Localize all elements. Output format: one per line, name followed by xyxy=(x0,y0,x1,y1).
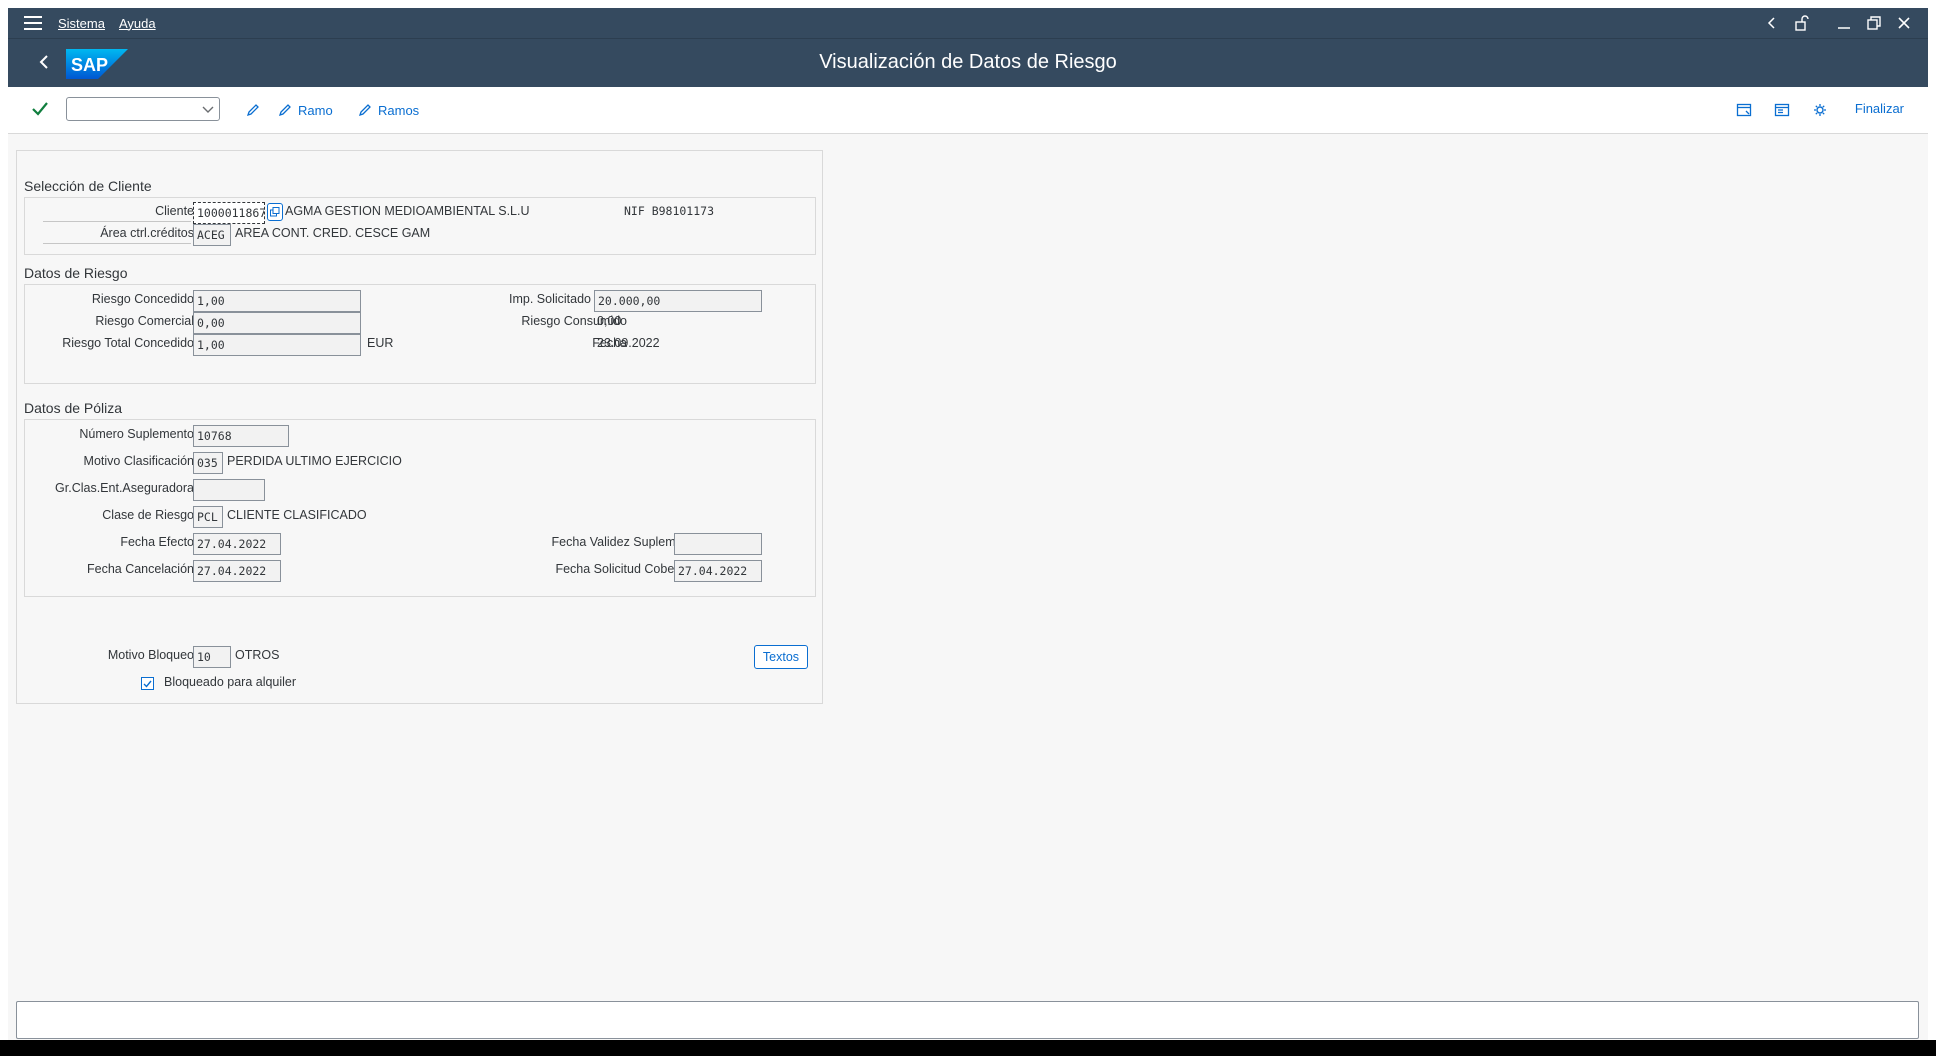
riesgo-consumido-value: 0,00 xyxy=(597,314,622,328)
status-bar xyxy=(16,1001,1919,1039)
divider xyxy=(43,243,191,244)
chevron-down-icon xyxy=(202,106,214,113)
motivo-bloqueo-desc: OTROS xyxy=(235,648,280,662)
fecha-cancelacion-label: Fecha Cancelación xyxy=(86,562,194,576)
suplemento-label: Número Suplemento xyxy=(79,427,194,441)
textos-button[interactable]: Textos xyxy=(754,645,808,669)
fecha-efecto-field[interactable]: 27.04.2022 xyxy=(193,533,281,555)
riesgo-concedido-label: Riesgo Concedido xyxy=(91,292,194,306)
ramo-button-label: Ramo xyxy=(298,102,333,118)
cliente-label: Cliente xyxy=(155,204,194,218)
window-controls xyxy=(1764,8,1912,38)
bloqueado-checkbox[interactable] xyxy=(141,677,154,690)
new-window-icon[interactable] xyxy=(1736,99,1752,121)
close-icon[interactable] xyxy=(1896,15,1912,31)
fecha-solicitud-field[interactable]: 27.04.2022 xyxy=(674,560,762,582)
currency-label: EUR xyxy=(367,336,394,350)
riesgo-comercial-field[interactable]: 0,00 xyxy=(193,312,361,334)
motivo-bloqueo-label: Motivo Bloqueo xyxy=(107,648,194,662)
check-icon xyxy=(143,680,152,688)
motivo-clasificacion-desc: PERDIDA ULTIMO EJERCICIO xyxy=(227,454,402,468)
area-description: AREA CONT. CRED. CESCE GAM xyxy=(235,226,431,240)
riesgo-concedido-field[interactable]: 1,00 xyxy=(193,290,361,312)
command-field[interactable] xyxy=(66,97,220,121)
enter-check-icon[interactable] xyxy=(30,99,50,119)
unlock-icon[interactable] xyxy=(1794,15,1810,31)
clase-riesgo-field[interactable]: PCL xyxy=(193,506,223,528)
taskbar-strip xyxy=(0,1040,1936,1056)
grclas-field[interactable] xyxy=(193,479,265,501)
clase-riesgo-label: Clase de Riesgo xyxy=(102,508,194,522)
sap-window: Sistema Ayuda SAP Visualización de Datos… xyxy=(8,8,1928,1048)
motivo-clasificacion-label: Motivo Clasificación xyxy=(83,454,194,468)
fecha-efecto-label: Fecha Efecto xyxy=(120,535,194,549)
menu-item-sistema[interactable]: Sistema xyxy=(58,16,105,31)
area-field[interactable]: ACEG xyxy=(193,224,231,246)
ramo-button[interactable]: Ramo xyxy=(278,99,333,121)
fecha-validez-field[interactable] xyxy=(674,533,762,555)
shell-header: SAP Visualización de Datos de Riesgo xyxy=(8,38,1928,87)
riesgo-total-field[interactable]: 1,00 xyxy=(193,334,361,356)
grclas-label: Gr.Clas.Ent.Aseguradora xyxy=(55,481,194,495)
cliente-name: AGMA GESTION MEDIOAMBIENTAL S.L.U xyxy=(285,204,530,218)
riesgo-comercial-label: Riesgo Comercial xyxy=(95,314,194,328)
main-panel: Selección de Cliente Cliente 1000011867 … xyxy=(16,150,823,704)
pencil-icon xyxy=(278,104,291,117)
section-title-poliza: Datos de Póliza xyxy=(24,400,123,416)
application-toolbar: Ramo Ramos Finalizar xyxy=(8,87,1928,134)
suplemento-field[interactable]: 10768 xyxy=(193,425,289,447)
clase-riesgo-desc: CLIENTE CLASIFICADO xyxy=(227,508,367,522)
bloqueado-checkbox-label: Bloqueado para alquiler xyxy=(164,675,297,689)
value-help-icon[interactable] xyxy=(267,203,283,221)
minimize-icon[interactable] xyxy=(1836,15,1852,31)
imp-solicitado-label: Imp. Solicitado xyxy=(509,292,591,306)
ramos-button[interactable]: Ramos xyxy=(358,99,419,121)
collapse-left-icon[interactable] xyxy=(1764,15,1780,31)
layout-icon[interactable] xyxy=(1774,99,1790,121)
menu-bar: Sistema Ayuda xyxy=(8,8,1928,38)
fecha-value: 23.09.2022 xyxy=(597,336,660,350)
settings-icon[interactable] xyxy=(1813,99,1829,121)
divider xyxy=(43,221,191,222)
cliente-nif: NIF B98101173 xyxy=(624,204,715,218)
imp-solicitado-field[interactable]: 20.000,00 xyxy=(594,290,762,312)
motivo-clasificacion-field[interactable]: 035 xyxy=(193,452,223,474)
area-label: Área ctrl.créditos xyxy=(100,226,194,240)
page-title: Visualización de Datos de Riesgo xyxy=(819,51,1117,73)
hamburger-menu-icon[interactable] xyxy=(24,16,42,30)
edit-pencil-button[interactable] xyxy=(246,99,260,121)
fecha-cancelacion-field[interactable]: 27.04.2022 xyxy=(193,560,281,582)
motivo-bloqueo-field[interactable]: 10 xyxy=(193,646,231,668)
cliente-field[interactable]: 1000011867 xyxy=(193,202,265,224)
riesgo-total-label: Riesgo Total Concedido xyxy=(62,336,194,350)
menu-item-ayuda[interactable]: Ayuda xyxy=(119,16,156,31)
pencil-icon xyxy=(246,104,259,117)
pencil-icon xyxy=(358,104,371,117)
section-title-riesgo: Datos de Riesgo xyxy=(24,265,128,281)
section-title-seleccion: Selección de Cliente xyxy=(24,178,152,194)
finalizar-button[interactable]: Finalizar xyxy=(1855,101,1904,116)
ramos-button-label: Ramos xyxy=(378,102,420,118)
restore-icon[interactable] xyxy=(1866,15,1882,31)
